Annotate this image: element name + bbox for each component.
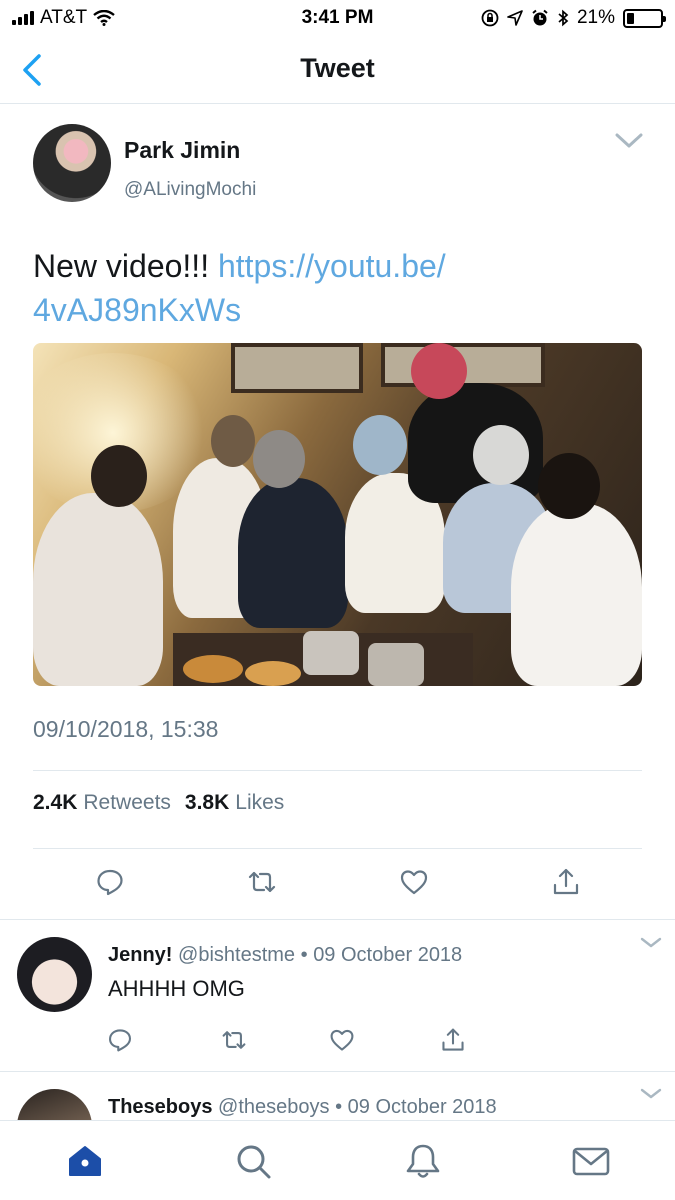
status-right: 21% (481, 7, 666, 29)
reply-author-name[interactable]: Theseboys (108, 1096, 212, 1118)
reply-button[interactable] (102, 1022, 138, 1058)
reply-options-button[interactable] (638, 1085, 664, 1103)
avatar[interactable] (17, 1089, 92, 1120)
bell-icon (406, 1144, 440, 1178)
location-icon (507, 10, 523, 26)
separator-dot: • (300, 944, 308, 966)
fruit-plate (245, 661, 301, 686)
reply-header: Theseboys @theseboys • 09 October 2018 (108, 1096, 497, 1119)
tab-home[interactable] (63, 1139, 107, 1183)
person-head (91, 445, 147, 507)
tab-search[interactable] (231, 1139, 275, 1183)
wall-picture (231, 343, 363, 393)
person-head (473, 425, 529, 485)
share-button[interactable] (548, 864, 584, 900)
reply-author-name[interactable]: Jenny! (108, 944, 172, 966)
person-head (211, 415, 255, 467)
chevron-down-icon (640, 1088, 662, 1099)
orientation-lock-icon (481, 9, 499, 27)
tweet-options-button[interactable] (612, 128, 646, 152)
search-icon (237, 1145, 271, 1179)
reply-icon (108, 1029, 132, 1052)
tweet-photo[interactable] (33, 343, 642, 686)
reply-tweet[interactable]: Theseboys @theseboys • 09 October 2018 (0, 1073, 675, 1120)
share-icon (553, 868, 579, 895)
divider (33, 770, 642, 771)
author-handle[interactable]: @ALivingMochi (124, 179, 256, 201)
tab-notifications[interactable] (401, 1139, 445, 1183)
page-title: Tweet (300, 53, 375, 83)
share-button[interactable] (435, 1022, 471, 1058)
bottom-tab-bar (0, 1120, 675, 1200)
reply-options-button[interactable] (638, 934, 664, 952)
reply-button[interactable] (92, 864, 128, 900)
retweets-count[interactable]: 2.4K (33, 791, 77, 815)
battery-fill (627, 12, 634, 24)
avatar[interactable] (33, 124, 111, 202)
ice-bucket (303, 631, 359, 675)
reply-header: Jenny! @bishtestme • 09 October 2018 (108, 944, 462, 967)
retweet-button[interactable] (244, 864, 280, 900)
chevron-down-icon (640, 937, 662, 948)
like-button[interactable] (396, 864, 432, 900)
reply-icon (97, 869, 123, 896)
divider (33, 848, 642, 849)
tweet-link-line1: https://youtu.be/ (217, 248, 446, 284)
person-figure (511, 503, 642, 686)
tweet-link-line2: 4vAJ89nKxWs (33, 292, 242, 328)
fruit-plate (183, 655, 243, 683)
heart-icon (330, 1029, 354, 1051)
share-icon (442, 1028, 464, 1051)
retweets-label[interactable]: Retweets (83, 791, 171, 815)
tweet-stats: 2.4K Retweets 3.8K Likes (33, 791, 284, 815)
reply-author-handle[interactable]: @bishtestme (178, 944, 295, 966)
likes-label[interactable]: Likes (235, 791, 284, 815)
retweet-button[interactable] (216, 1022, 252, 1058)
main-tweet: Park Jimin @ALivingMochi New video!!! ht… (0, 104, 675, 920)
tweet-text: New video!!! https://youtu.be/4vAJ89nKxW… (33, 244, 633, 332)
bluetooth-icon (558, 9, 569, 27)
reply-date: 09 October 2018 (347, 1096, 497, 1118)
reply-date: 09 October 2018 (313, 944, 463, 966)
person-head (538, 453, 600, 519)
person-head (353, 415, 407, 475)
like-button[interactable] (324, 1022, 360, 1058)
person-head (253, 430, 305, 488)
avatar[interactable] (17, 937, 92, 1012)
person-head (411, 343, 467, 399)
reply-tweet[interactable]: Jenny! @bishtestme • 09 October 2018 AHH… (0, 920, 675, 1072)
tweet-timestamp: 09/10/2018, 15:38 (33, 716, 219, 742)
status-bar: AT&T 3:41 PM 21% (0, 0, 675, 36)
alarm-icon (532, 9, 548, 26)
ice-bucket (368, 643, 424, 686)
home-icon (69, 1146, 101, 1176)
person-figure (33, 493, 163, 686)
battery-icon (623, 8, 666, 28)
person-figure (238, 478, 348, 628)
heart-icon (400, 870, 428, 895)
tab-messages[interactable] (569, 1139, 613, 1183)
retweet-icon (248, 871, 276, 893)
likes-count[interactable]: 3.8K (185, 791, 229, 815)
battery-percent: 21% (576, 7, 615, 28)
reply-author-handle[interactable]: @theseboys (218, 1096, 329, 1118)
separator-dot: • (335, 1096, 343, 1118)
tweet-actions (0, 864, 675, 904)
mail-icon (572, 1147, 610, 1176)
nav-header: Tweet (0, 36, 675, 104)
tweet-body: New video!!! (33, 248, 218, 284)
author-name[interactable]: Park Jimin (124, 137, 240, 164)
chevron-down-icon (615, 133, 643, 148)
reply-text: AHHHH OMG (108, 976, 245, 1001)
retweet-icon (222, 1031, 246, 1049)
